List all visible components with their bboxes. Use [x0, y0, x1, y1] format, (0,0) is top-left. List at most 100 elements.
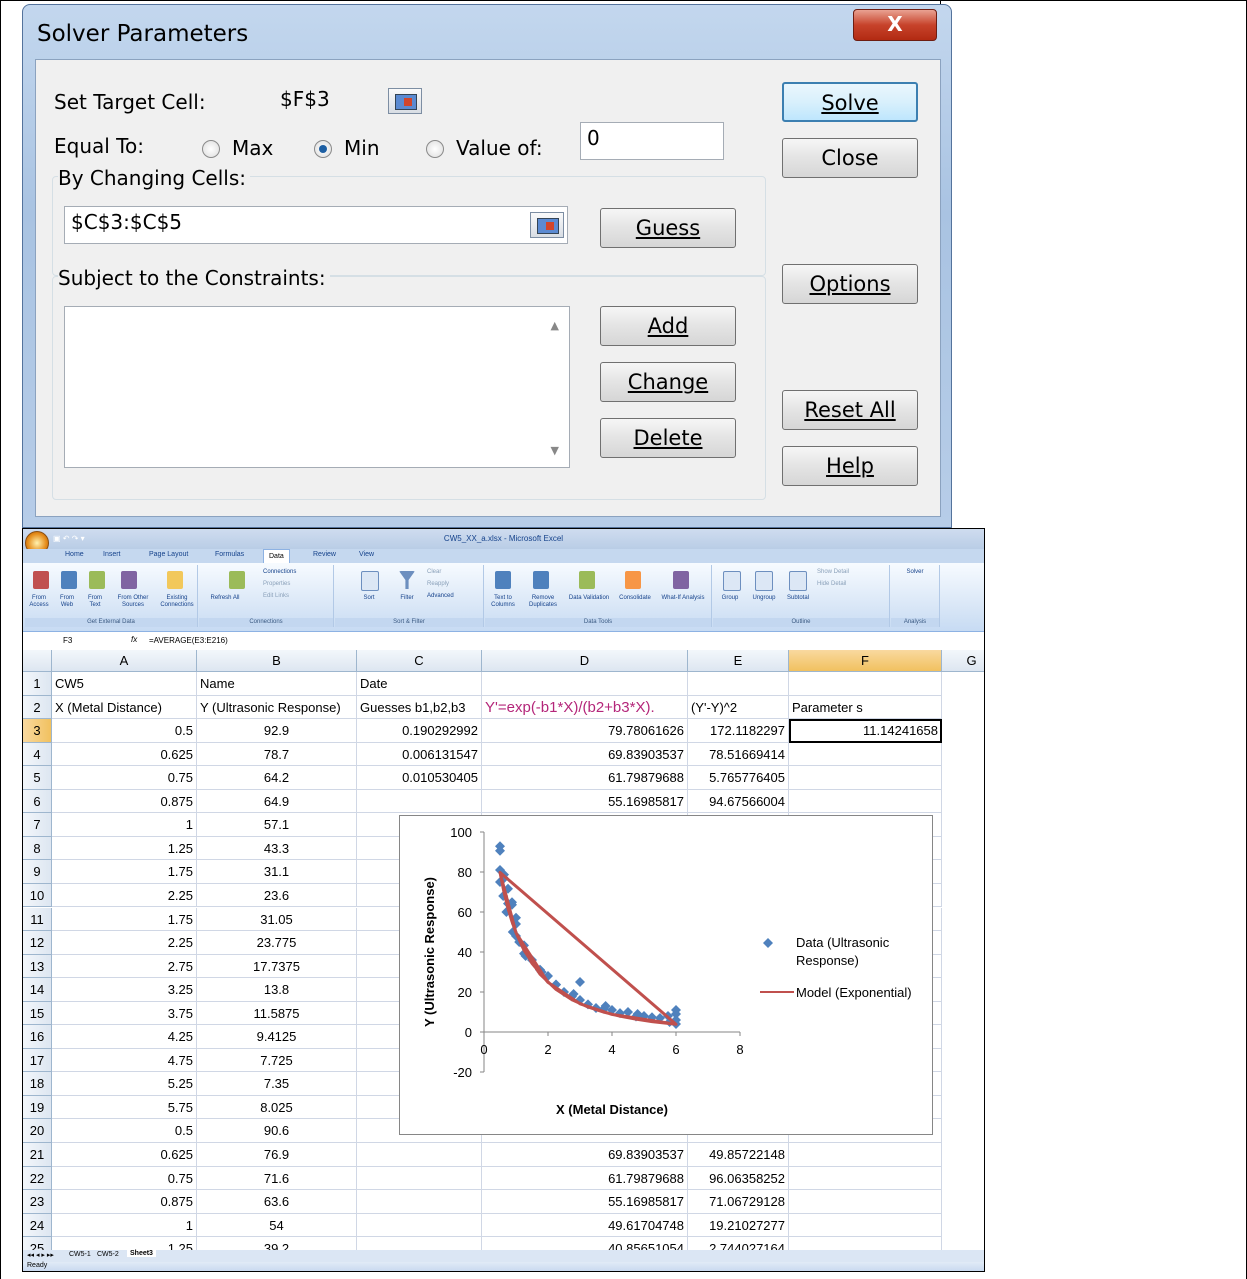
filter-icon[interactable]: [399, 571, 415, 589]
reset-all-button[interactable]: Reset All: [782, 390, 918, 430]
row-header[interactable]: 3: [23, 719, 52, 743]
tab-view[interactable]: View: [359, 551, 374, 558]
cell-b21[interactable]: 76.9: [197, 1143, 357, 1167]
delete-button[interactable]: Delete: [600, 418, 736, 458]
cell-b23[interactable]: 63.6: [197, 1190, 357, 1214]
cell-b17[interactable]: 7.725: [197, 1048, 357, 1073]
cell-a12[interactable]: 2.25: [52, 931, 197, 955]
sheet-tab-sheet3[interactable]: Sheet3: [127, 1250, 156, 1257]
cell-e6[interactable]: 94.67566004: [688, 789, 789, 814]
row-header[interactable]: 7: [23, 813, 52, 837]
row-header[interactable]: 4: [23, 742, 52, 767]
cell-b5[interactable]: 64.2: [197, 766, 357, 790]
cell-a21[interactable]: 0.625: [52, 1143, 197, 1167]
row-header[interactable]: 18: [23, 1072, 52, 1096]
group-icon[interactable]: [723, 571, 741, 591]
cell-e22[interactable]: 96.06358252: [688, 1166, 789, 1191]
cell-f4[interactable]: [789, 742, 942, 767]
column-header-c[interactable]: C: [357, 650, 482, 672]
row-header[interactable]: 19: [23, 1095, 52, 1120]
cell-b11[interactable]: 31.05: [197, 907, 357, 932]
target-cell-picker-icon[interactable]: [388, 88, 422, 114]
cell-d1[interactable]: [482, 672, 688, 696]
constraints-list[interactable]: ▲ ▼: [64, 306, 570, 468]
cell-a2[interactable]: X (Metal Distance): [52, 695, 197, 720]
cell-d4[interactable]: 69.83903537: [482, 742, 688, 767]
row-header[interactable]: 9: [23, 860, 52, 884]
cell-d5[interactable]: 61.79879688: [482, 766, 688, 790]
text-to-columns-icon[interactable]: [495, 571, 511, 589]
row-header[interactable]: 15: [23, 1001, 52, 1026]
cell-b1[interactable]: Name: [197, 672, 357, 696]
cell-a22[interactable]: 0.75: [52, 1166, 197, 1191]
cell-a13[interactable]: 2.75: [52, 954, 197, 979]
cell-b20[interactable]: 90.6: [197, 1119, 357, 1143]
row-header[interactable]: 17: [23, 1048, 52, 1073]
row-header[interactable]: 10: [23, 883, 52, 908]
cell-e1[interactable]: [688, 672, 789, 696]
cell-b6[interactable]: 64.9: [197, 789, 357, 814]
changing-cells-picker-icon[interactable]: [530, 212, 564, 238]
scroll-up-icon[interactable]: ▲: [551, 319, 559, 332]
cell-a8[interactable]: 1.25: [52, 836, 197, 861]
cell-b19[interactable]: 8.025: [197, 1095, 357, 1120]
cell-a19[interactable]: 5.75: [52, 1095, 197, 1120]
cell-b22[interactable]: 71.6: [197, 1166, 357, 1191]
min-radio[interactable]: [314, 140, 332, 158]
sheet-tab-cw5-2[interactable]: CW5-2: [97, 1251, 119, 1258]
cell-b10[interactable]: 23.6: [197, 883, 357, 908]
max-radio[interactable]: [202, 140, 220, 158]
column-header-g[interactable]: G: [942, 650, 984, 672]
column-header-e[interactable]: E: [688, 650, 789, 672]
target-cell-field[interactable]: $F$3: [274, 84, 384, 118]
subtotal-icon[interactable]: [789, 571, 807, 591]
select-all-corner[interactable]: [23, 650, 52, 672]
cell-c3[interactable]: 0.190292992: [357, 719, 482, 743]
cell-d24[interactable]: 49.61704748: [482, 1213, 688, 1238]
value-of-radio[interactable]: [426, 140, 444, 158]
advanced-label[interactable]: Advanced: [427, 593, 481, 600]
data-validation-icon[interactable]: [579, 571, 595, 589]
cell-a10[interactable]: 2.25: [52, 883, 197, 908]
cell-e23[interactable]: 71.06729128: [688, 1190, 789, 1214]
cell-c24[interactable]: [357, 1213, 482, 1238]
options-button[interactable]: Options: [782, 264, 918, 304]
sort-icon[interactable]: [361, 571, 379, 591]
other-sources-icon[interactable]: [121, 571, 137, 589]
cell-b12[interactable]: 23.775: [197, 931, 357, 955]
cell-c21[interactable]: [357, 1143, 482, 1167]
text-file-icon[interactable]: [89, 571, 105, 589]
reapply-label[interactable]: Reapply: [427, 581, 481, 588]
add-button[interactable]: Add: [600, 306, 736, 346]
guess-button[interactable]: Guess: [600, 208, 736, 248]
cell-f21[interactable]: [789, 1143, 942, 1167]
cell-b4[interactable]: 78.7: [197, 742, 357, 767]
cell-b7[interactable]: 57.1: [197, 813, 357, 837]
row-header[interactable]: 1: [23, 672, 52, 696]
cell-a6[interactable]: 0.875: [52, 789, 197, 814]
clear-label[interactable]: Clear: [427, 569, 481, 576]
close-button[interactable]: Close: [782, 138, 918, 178]
cell-a20[interactable]: 0.5: [52, 1119, 197, 1143]
cell-a17[interactable]: 4.75: [52, 1048, 197, 1073]
row-header[interactable]: 21: [23, 1143, 52, 1167]
cell-c22[interactable]: [357, 1166, 482, 1191]
column-header-b[interactable]: B: [197, 650, 357, 672]
cell-a4[interactable]: 0.625: [52, 742, 197, 767]
row-header[interactable]: 13: [23, 954, 52, 979]
row-header[interactable]: 22: [23, 1166, 52, 1191]
solver-button[interactable]: Solver: [893, 569, 937, 576]
cell-e5[interactable]: 5.765776405: [688, 766, 789, 790]
cell-f2[interactable]: Parameter s: [789, 695, 942, 720]
cell-d2[interactable]: Y'=exp(-b1*X)/(b2+b3*X).: [482, 695, 688, 720]
cell-d23[interactable]: 55.16985817: [482, 1190, 688, 1214]
cell-c2[interactable]: Guesses b1,b2,b3: [357, 695, 482, 720]
row-header[interactable]: 23: [23, 1190, 52, 1214]
cell-a15[interactable]: 3.75: [52, 1001, 197, 1026]
cell-b18[interactable]: 7.35: [197, 1072, 357, 1096]
cell-a9[interactable]: 1.75: [52, 860, 197, 884]
change-button[interactable]: Change: [600, 362, 736, 402]
cell-b8[interactable]: 43.3: [197, 836, 357, 861]
cell-e24[interactable]: 19.21027277: [688, 1213, 789, 1238]
chart-object[interactable]: -20 0 20 40 60 80 100 0 2 4 6 8 X (Metal Distance) Y …: [399, 815, 933, 1135]
